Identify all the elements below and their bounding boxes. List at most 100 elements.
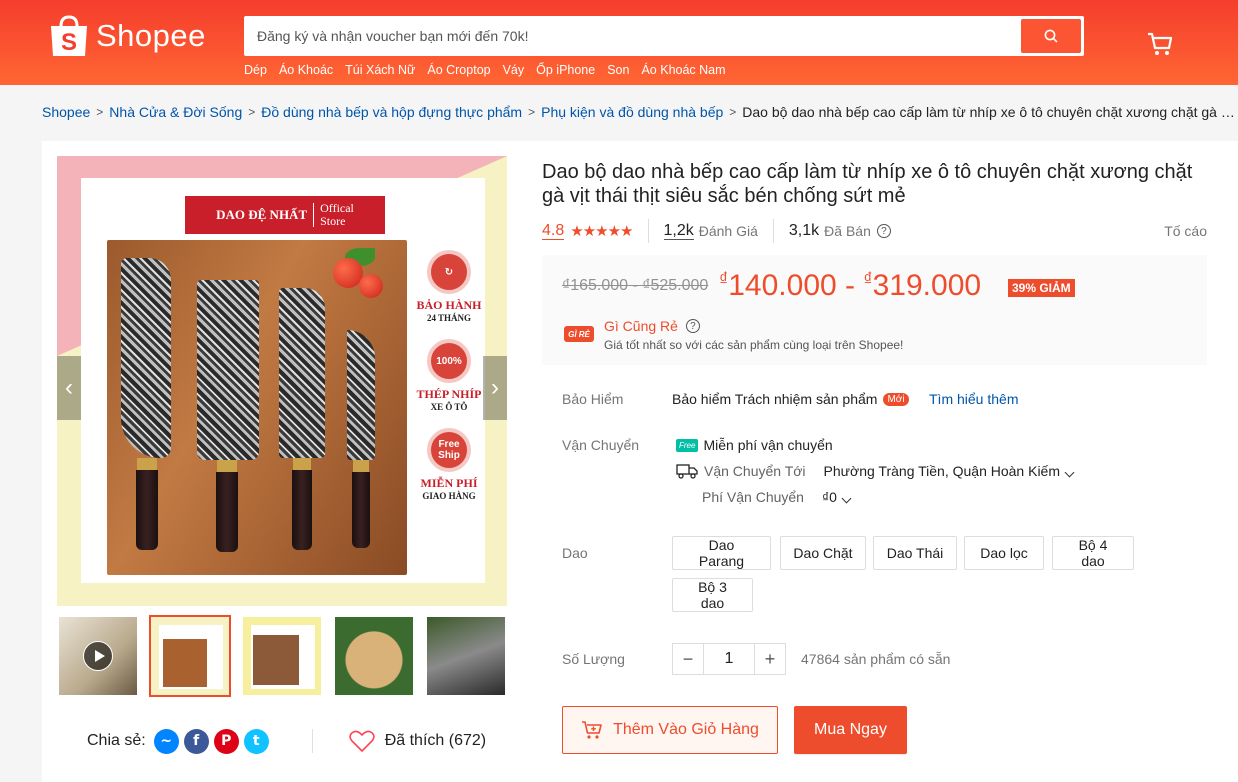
image-brand-sub1: Offical (320, 201, 354, 215)
rating-stars-icon: ★★★★★ (570, 223, 633, 240)
thumbnail-bg (243, 617, 321, 695)
breadcrumb-link[interactable]: Nhà Cửa & Đời Sống (109, 104, 242, 120)
chevron-right-icon: › (491, 374, 499, 401)
thumbnail-image[interactable] (425, 615, 507, 697)
header: S Shopee Dép Áo Khoác Túi Xách Nữ Áo Cro… (0, 0, 1238, 85)
decrease-button[interactable]: − (672, 643, 704, 675)
cart-icon[interactable] (1146, 30, 1174, 58)
shopee-logo[interactable]: S Shopee (48, 14, 206, 58)
messenger-icon[interactable]: ~ (153, 728, 179, 754)
add-cart-icon (582, 721, 602, 739)
divider (772, 219, 774, 243)
product-meta: 4.8 ★★★★★ 1,2k Đánh Giá 3,1k Đã Bán ? Tố… (542, 219, 1207, 243)
badge-freeship: Free Ship MIỄN PHÍ GIAO HÀNG (414, 428, 484, 501)
variant-option[interactable]: Bộ 4 dao (1052, 536, 1134, 570)
variant-option[interactable]: Dao Chặt (780, 536, 866, 570)
cheap-title: Gì Cũng Rẻ ? (604, 318, 700, 334)
stock-count: 47864 sản phẩm có sẵn (801, 651, 951, 667)
add-to-cart-button[interactable]: Thêm Vào Giỏ Hàng (562, 706, 778, 754)
next-image-button[interactable]: › (483, 356, 507, 420)
thumbnail-image[interactable] (241, 615, 323, 697)
twitter-icon[interactable]: t (243, 728, 269, 754)
warranty-icon: ↻ (427, 250, 471, 294)
badge-title: THÉP NHÍP (416, 387, 482, 401)
play-icon (83, 641, 113, 671)
thumbnail-video[interactable] (57, 615, 139, 697)
share-label: Chia sẻ: (87, 732, 146, 749)
suggestion-link[interactable]: Áo Khoác (279, 63, 333, 77)
buy-now-button[interactable]: Mua Ngay (794, 706, 907, 754)
truck-icon: Free Ship (427, 428, 471, 472)
suggestion-link[interactable]: Dép (244, 63, 267, 77)
increase-button[interactable]: + (754, 643, 786, 675)
currency-symbol: ₫ (863, 269, 873, 289)
breadcrumb-link[interactable]: Phụ kiện và đồ dùng nhà bếp (541, 104, 723, 120)
tomato (359, 274, 383, 298)
quantity-input[interactable] (704, 643, 754, 675)
shipping-to-label: Vận Chuyển Tới (704, 463, 806, 479)
price-low: 140.000 (728, 269, 837, 302)
report-link[interactable]: Tố cáo (1164, 223, 1207, 239)
rating-value[interactable]: 4.8 (542, 222, 565, 240)
image-frame: DAO ĐỆ NHẤT Offical Store ↻ BẢO HÀNH 24 … (81, 178, 485, 583)
shipping-fee-select[interactable]: ₫0 (822, 489, 852, 505)
like-count: Đã thích (672) (384, 732, 487, 749)
price-section: ₫165.000 - ₫525.000 ₫140.000 - ₫319.000 … (542, 255, 1207, 365)
breadcrumb-link[interactable]: Shopee (42, 104, 90, 120)
badge-warranty: ↻ BẢO HÀNH 24 THÁNG (414, 250, 484, 323)
search-suggestions: Dép Áo Khoác Túi Xách Nữ Áo Croptop Váy … (244, 63, 726, 77)
knife-boning (347, 330, 375, 548)
badge-steel: 100% THÉP NHÍP XE Ô TÔ (414, 339, 484, 412)
image-brand-name: DAO ĐỆ NHẤT (216, 207, 308, 222)
free-ship-icon: Free (676, 438, 699, 452)
shipping-destination: Vận Chuyển Tới Phường Tràng Tiền, Quận H… (676, 463, 1075, 479)
search-button[interactable] (1021, 19, 1081, 53)
facebook-icon[interactable]: f (183, 728, 209, 754)
shopee-wordmark: Shopee (96, 18, 206, 53)
breadcrumb-separator: > (96, 105, 104, 119)
pinterest-icon[interactable]: P (213, 728, 239, 754)
learn-more-link[interactable]: Tìm hiểu thêm (929, 391, 1018, 407)
suggestion-link[interactable]: Túi Xách Nữ (345, 63, 415, 77)
help-icon[interactable]: ? (876, 224, 891, 238)
suggestion-link[interactable]: Ốp iPhone (536, 63, 595, 77)
insurance-name: Bảo hiểm Trách nhiệm sản phẩm (672, 391, 878, 407)
search-icon (1044, 29, 1058, 43)
product-main-image[interactable]: DAO ĐỆ NHẤT Offical Store ↻ BẢO HÀNH 24 … (57, 156, 507, 606)
shipping-location-select[interactable]: Phường Tràng Tiền, Quận Hoàn Kiếm (824, 463, 1075, 479)
free-shipping-text: Miễn phí vận chuyển (703, 437, 833, 453)
product-card: DAO ĐỆ NHẤT Offical Store ↻ BẢO HÀNH 24 … (42, 141, 1238, 782)
search-input[interactable] (247, 19, 1021, 53)
chevron-left-icon: ‹ (65, 374, 73, 401)
thumbnail-image[interactable] (333, 615, 415, 697)
variant-option[interactable]: Dao lọc (964, 536, 1044, 570)
variant-option[interactable]: Bộ 3 dao (672, 578, 753, 612)
variant-option[interactable]: Dao Thái (873, 536, 957, 570)
suggestion-link[interactable]: Áo Khoác Nam (641, 63, 725, 77)
breadcrumb-current: Dao bộ dao nhà bếp cao cấp làm từ nhíp x… (742, 104, 1238, 120)
shipping-label: Vận Chuyển (562, 437, 640, 453)
knife-parang (121, 258, 171, 550)
thumbnail-bg (151, 617, 229, 695)
suggestion-link[interactable]: Áo Croptop (427, 63, 490, 77)
add-to-cart-label: Thêm Vào Giỏ Hàng (613, 721, 759, 738)
image-brand-divider (313, 203, 315, 227)
like-button[interactable]: Đã thích (672) (349, 730, 486, 752)
prev-image-button[interactable]: ‹ (57, 356, 81, 420)
badge-sub: 24 THÁNG (426, 313, 472, 323)
thumbnail-image[interactable] (149, 615, 231, 697)
suggestion-link[interactable]: Váy (503, 63, 525, 77)
review-count[interactable]: 1,2k (663, 222, 694, 240)
breadcrumb-link[interactable]: Đồ dùng nhà bếp và hộp đựng thực phẩm (261, 104, 522, 120)
review-label: Đánh Giá (698, 223, 758, 239)
image-brand-sub2: Store (320, 214, 346, 228)
free-shipping: Free Miễn phí vận chuyển (676, 437, 833, 453)
help-icon[interactable]: ? (685, 319, 700, 333)
cheap-badge-icon: GÌ RẺ (564, 326, 594, 342)
variant-option[interactable]: Dao Parang (672, 536, 771, 570)
original-price: ₫165.000 - ₫525.000 (562, 277, 709, 294)
suggestion-link[interactable]: Son (607, 63, 629, 77)
breadcrumb-separator: > (248, 105, 256, 119)
share-row: Chia sẻ: ~ f P t Đã thích (672) (87, 726, 486, 756)
quantity-stepper: − + (672, 643, 786, 675)
